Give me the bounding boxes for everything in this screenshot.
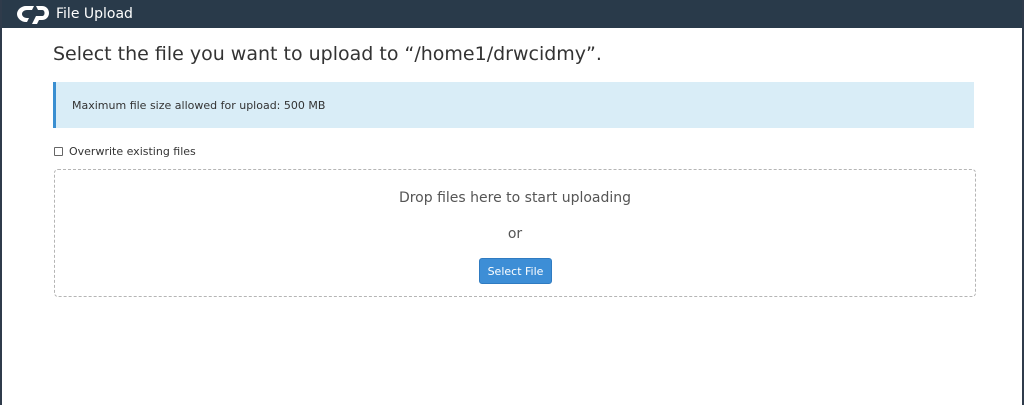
cpanel-logo-icon[interactable] — [16, 4, 52, 24]
drop-zone-text: Drop files here to start uploading — [398, 190, 632, 206]
drop-zone[interactable]: Drop files here to start uploading or Se… — [54, 169, 976, 297]
overwrite-checkbox[interactable] — [54, 147, 63, 156]
window-frame: File Upload Select the file you want to … — [0, 0, 1024, 405]
select-file-button[interactable]: Select File — [479, 258, 552, 284]
or-separator: or — [507, 226, 523, 242]
page-title: Select the file you want to upload to “/… — [53, 43, 602, 65]
top-bar: File Upload — [2, 0, 1022, 28]
overwrite-label: Overwrite existing files — [69, 145, 196, 158]
header-title: File Upload — [56, 6, 133, 22]
overwrite-option[interactable]: Overwrite existing files — [54, 145, 196, 158]
max-size-text: Maximum file size allowed for upload: 50… — [72, 98, 326, 112]
max-size-info: Maximum file size allowed for upload: 50… — [53, 82, 974, 128]
